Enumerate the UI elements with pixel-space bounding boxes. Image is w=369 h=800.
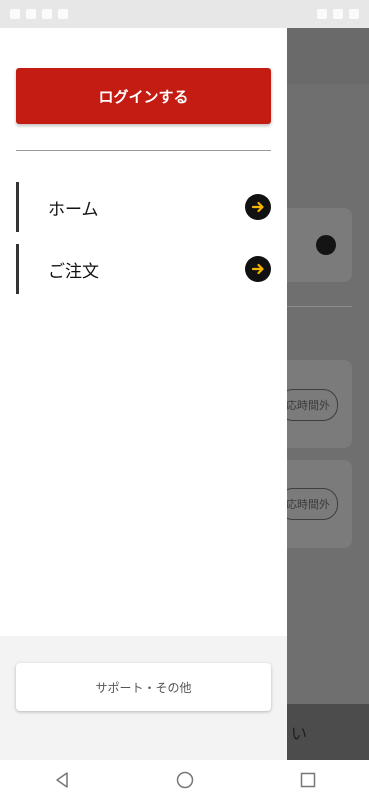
- drawer-divider: [16, 150, 271, 151]
- nav-item-label: ホーム: [48, 199, 99, 220]
- nav-item-orders[interactable]: ご注文: [16, 244, 271, 294]
- notification-icon: [58, 9, 68, 19]
- navigation-drawer: ログインする ホーム ご注文 サポート・その他: [0, 28, 287, 760]
- nav-item-label: ご注文: [48, 261, 99, 282]
- login-button[interactable]: ログインする: [16, 68, 271, 124]
- signal-icon: [333, 9, 343, 19]
- home-icon[interactable]: [155, 760, 215, 800]
- recents-icon[interactable]: [278, 760, 338, 800]
- app-header: [286, 28, 369, 84]
- notification-icon: [10, 9, 20, 19]
- background-divider: [286, 306, 352, 307]
- arrow-right-circle-icon[interactable]: [245, 194, 271, 220]
- arrow-right-circle-icon[interactable]: [245, 256, 271, 282]
- notification-icon: [26, 9, 36, 19]
- battery-icon: [349, 9, 359, 19]
- nav-item-home[interactable]: ホーム: [16, 182, 271, 232]
- nav-item-indicator: [16, 182, 19, 232]
- status-right-icons: [317, 9, 359, 19]
- status-pill: 応時間外: [278, 488, 338, 520]
- system-nav-bar: [0, 760, 369, 800]
- nav-item-indicator: [16, 244, 19, 294]
- notification-icon: [42, 9, 52, 19]
- status-pill: 応時間外: [278, 389, 338, 421]
- support-button[interactable]: サポート・その他: [16, 663, 271, 711]
- background-bottom-bar: い: [286, 704, 369, 760]
- status-bar: [0, 0, 369, 28]
- wifi-icon: [317, 9, 327, 19]
- status-left-icons: [10, 9, 68, 19]
- arrow-right-circle-icon: [316, 235, 336, 255]
- back-icon[interactable]: [32, 760, 92, 800]
- support-section: サポート・その他: [0, 636, 287, 760]
